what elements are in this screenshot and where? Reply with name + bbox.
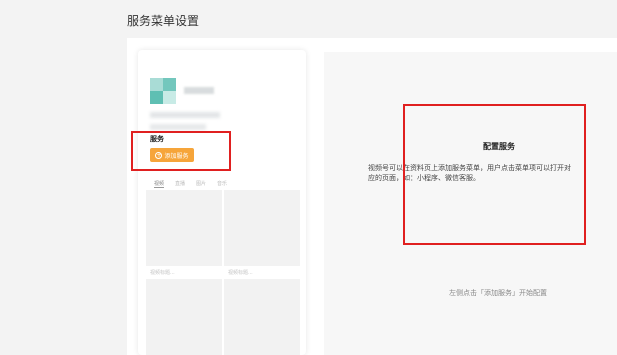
content-tabs: 视频 直播 图片 音乐	[154, 180, 227, 187]
tab-image[interactable]: 图片	[196, 180, 206, 187]
avatar	[150, 78, 176, 104]
video-thumbnail[interactable]	[146, 190, 222, 266]
video-title: 视频标题...	[150, 270, 175, 276]
profile-preview: 服务 + 添加服务 视频 直播 图片 音乐 视频标题... 视频标题...	[138, 50, 306, 355]
video-thumbnail[interactable]	[224, 190, 300, 266]
profile-info	[150, 112, 220, 118]
page: 服务菜单设置 服务 + 添加服务 视频 直播 图片 音乐 视频标题... 视频标…	[0, 0, 617, 355]
video-thumbnail[interactable]	[224, 279, 300, 355]
video-title: 视频标题...	[228, 270, 253, 276]
video-thumbnail[interactable]	[146, 279, 222, 355]
page-title: 服务菜单设置	[127, 14, 200, 28]
tab-music[interactable]: 音乐	[217, 180, 227, 187]
tab-live[interactable]: 直播	[175, 180, 185, 187]
highlight-box-config	[403, 104, 586, 245]
profile-name	[184, 87, 214, 94]
profile-info-secondary	[150, 124, 206, 130]
tab-underline	[154, 187, 164, 188]
tab-video[interactable]: 视频	[154, 180, 164, 187]
config-hint: 左侧点击「添加服务」开始配置	[449, 289, 547, 297]
highlight-box-add-service	[131, 131, 231, 171]
